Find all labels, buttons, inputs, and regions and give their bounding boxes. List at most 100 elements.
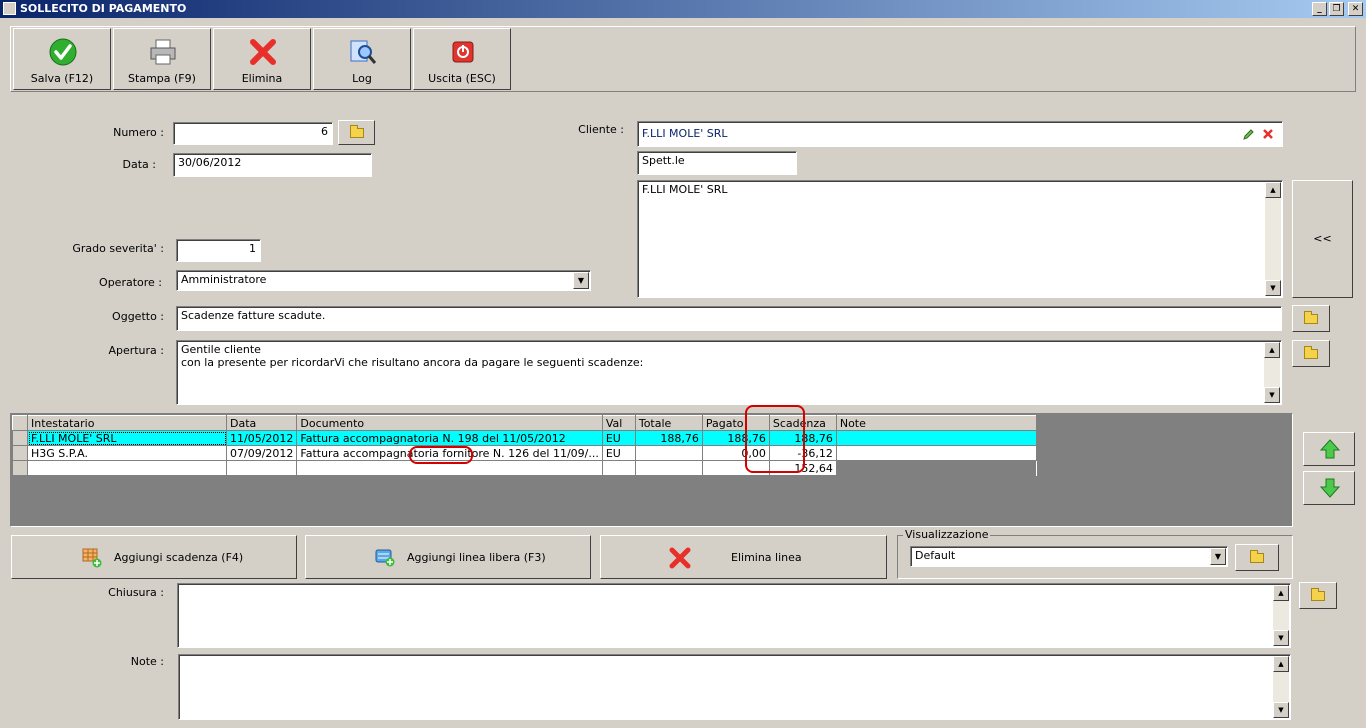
column-val[interactable]: Val: [601, 415, 636, 431]
address-scrollbar[interactable]: ▲ ▼: [1265, 182, 1281, 296]
cliente-input[interactable]: F.LLI MOLE' SRL: [637, 121, 1283, 147]
cell-intestatario[interactable]: H3G S.P.A.: [27, 445, 227, 461]
annotation-circle-fornitore: [409, 446, 473, 464]
oggetto-browse-button[interactable]: [1292, 305, 1330, 332]
add-free-line-button[interactable]: Aggiungi linea libera (F3): [305, 535, 591, 579]
delete-line-label: Elimina linea: [731, 551, 802, 564]
exit-button[interactable]: Uscita (ESC): [413, 28, 511, 90]
scroll-up-icon[interactable]: ▲: [1273, 656, 1289, 672]
pencil-icon[interactable]: [1242, 128, 1255, 141]
cell-totale[interactable]: [634, 445, 703, 461]
scroll-up-icon[interactable]: ▲: [1264, 342, 1280, 358]
cliente-value: F.LLI MOLE' SRL: [642, 127, 728, 140]
cliente-label: Cliente :: [578, 123, 624, 136]
chiusura-label: Chiusura :: [108, 586, 164, 599]
date-input[interactable]: 30/06/2012: [173, 153, 372, 177]
cell-note[interactable]: [835, 430, 1037, 446]
apertura-scrollbar[interactable]: ▲ ▼: [1264, 342, 1280, 403]
operatore-value: Amministratore: [181, 273, 267, 286]
column-totale[interactable]: Totale: [634, 415, 703, 431]
view-select[interactable]: Default ▼: [910, 546, 1228, 567]
numero-browse-button[interactable]: [338, 120, 375, 145]
folder-icon: [349, 124, 364, 138]
cell-intestatario[interactable]: F.LLI MOLE' SRL: [27, 430, 227, 446]
operatore-select[interactable]: Amministratore ▼: [176, 270, 591, 291]
folder-icon: [1304, 345, 1318, 359]
column-note[interactable]: Note: [835, 415, 1037, 431]
table-row[interactable]: F.LLI MOLE' SRL 11/05/2012 Fattura accom…: [12, 430, 1037, 446]
restore-button[interactable]: ❐: [1329, 2, 1344, 16]
due-dates-grid[interactable]: Intestatario Data Documento Val Totale P…: [10, 413, 1293, 527]
view-label: Visualizzazione: [903, 528, 991, 541]
folder-icon: [1311, 587, 1325, 601]
table-header-row: Intestatario Data Documento Val Totale P…: [12, 415, 1037, 431]
red-x-icon: [669, 547, 691, 569]
add-free-line-label: Aggiungi linea libera (F3): [407, 551, 546, 564]
salutation-input[interactable]: Spett.le: [637, 151, 797, 175]
column-documento[interactable]: Documento: [296, 415, 603, 431]
log-button[interactable]: Log: [313, 28, 411, 90]
scroll-up-icon[interactable]: ▲: [1265, 182, 1281, 198]
column-data[interactable]: Data: [225, 415, 298, 431]
cell-data[interactable]: 11/05/2012: [225, 430, 298, 446]
view-browse-button[interactable]: [1235, 544, 1279, 571]
apertura-textarea[interactable]: Gentile cliente con la presente per rico…: [176, 340, 1282, 405]
cell-documento[interactable]: Fattura accompagnatoria N. 198 del 11/05…: [296, 430, 603, 446]
note-label: Note :: [130, 655, 164, 668]
delete-line-button[interactable]: Elimina linea: [600, 535, 887, 579]
title-bar: SOLLECITO DI PAGAMENTO _ ❐ ✕: [0, 0, 1366, 18]
add-due-button[interactable]: Aggiungi scadenza (F4): [11, 535, 297, 579]
cell-val[interactable]: EU: [601, 445, 636, 461]
move-down-button[interactable]: [1303, 471, 1355, 505]
toolbar: Salva (F12) Stampa (F9) Elimina Log Usci…: [10, 26, 1356, 92]
cell-val[interactable]: EU: [601, 430, 636, 446]
delete-button[interactable]: Elimina: [213, 28, 311, 90]
row-indicator: [12, 460, 28, 476]
scroll-up-icon[interactable]: ▲: [1273, 585, 1289, 601]
log-label: Log: [352, 72, 372, 85]
save-button[interactable]: Salva (F12): [13, 28, 111, 90]
oggetto-input[interactable]: Scadenze fatture scadute.: [176, 306, 1282, 331]
note-scrollbar[interactable]: ▲ ▼: [1273, 656, 1289, 718]
scroll-down-icon[interactable]: ▼: [1273, 630, 1289, 646]
cell-totale[interactable]: 188,76: [634, 430, 703, 446]
clear-icon[interactable]: [1262, 128, 1274, 140]
column-intestatario[interactable]: Intestatario: [27, 415, 227, 431]
move-up-button[interactable]: [1303, 432, 1355, 466]
grado-input[interactable]: 1: [176, 239, 261, 262]
chiusura-browse-button[interactable]: [1299, 582, 1337, 609]
red-x-icon: [250, 39, 276, 65]
row-indicator: [12, 430, 28, 446]
minimize-button[interactable]: _: [1312, 2, 1327, 16]
note-textarea[interactable]: ▲ ▼: [178, 654, 1291, 720]
add-due-label: Aggiungi scadenza (F4): [114, 551, 244, 564]
address-textarea[interactable]: F.LLI MOLE' SRL ▲ ▼: [637, 180, 1283, 298]
table-row[interactable]: H3G S.P.A. 07/09/2012 Fattura accompagna…: [12, 445, 1037, 461]
print-button[interactable]: Stampa (F9): [113, 28, 211, 90]
print-label: Stampa (F9): [128, 72, 196, 85]
cell-data[interactable]: 07/09/2012: [225, 445, 298, 461]
scroll-down-icon[interactable]: ▼: [1265, 280, 1281, 296]
scroll-down-icon[interactable]: ▼: [1273, 702, 1289, 718]
oggetto-label: Oggetto :: [112, 310, 164, 323]
close-window-button[interactable]: ✕: [1348, 2, 1363, 16]
cell-note[interactable]: [835, 445, 1037, 461]
chevron-down-icon[interactable]: ▼: [1210, 548, 1226, 565]
app-icon: [3, 2, 16, 15]
save-label: Salva (F12): [30, 72, 94, 85]
magnifier-icon: [350, 40, 377, 64]
checkmark-icon: [49, 38, 77, 66]
chevron-down-icon[interactable]: ▼: [573, 272, 589, 289]
collapse-button[interactable]: <<: [1292, 180, 1353, 298]
folder-icon: [1250, 549, 1264, 563]
apertura-label: Apertura :: [108, 344, 164, 357]
add-line-icon: [375, 549, 395, 567]
grado-label: Grado severita' :: [72, 242, 164, 255]
chiusura-scrollbar[interactable]: ▲ ▼: [1273, 585, 1289, 646]
numero-input[interactable]: 6: [173, 122, 333, 145]
table-total-row: 152,64: [12, 460, 1037, 476]
chiusura-textarea[interactable]: ▲ ▼: [177, 583, 1291, 648]
scroll-down-icon[interactable]: ▼: [1264, 387, 1280, 403]
apertura-browse-button[interactable]: [1292, 340, 1330, 367]
power-icon: [452, 41, 474, 63]
